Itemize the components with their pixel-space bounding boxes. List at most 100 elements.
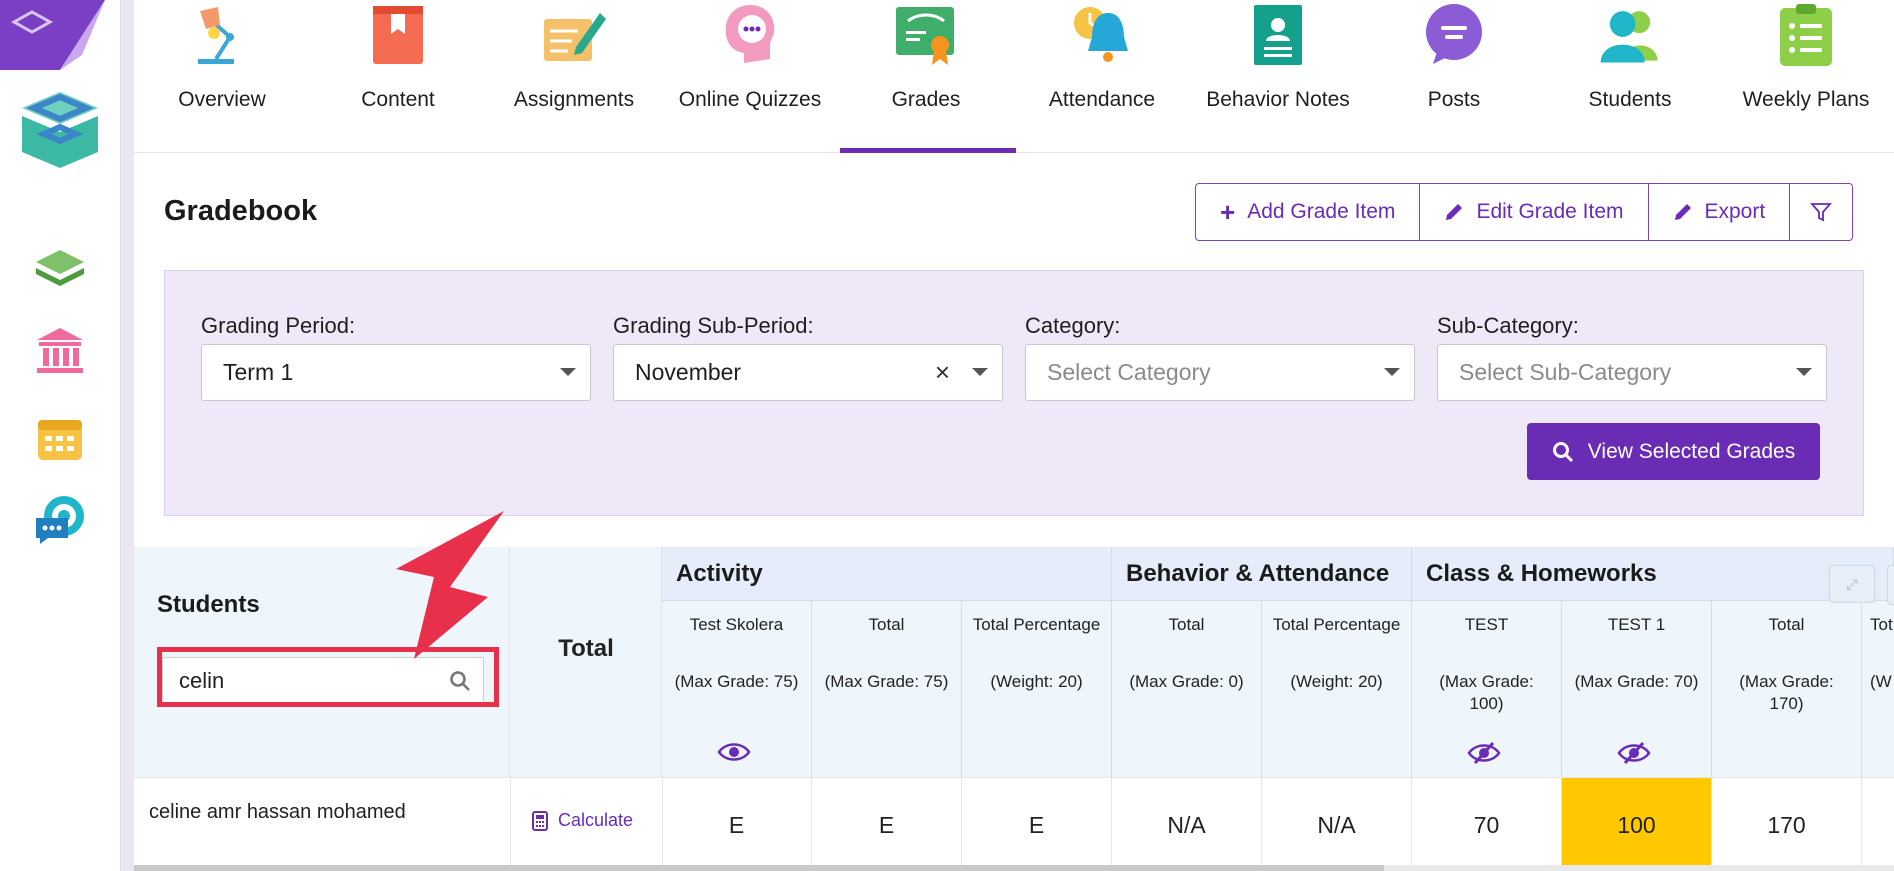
- filter-icon: [1810, 203, 1833, 222]
- sidebar-divider: [120, 0, 134, 871]
- column-name: Total: [1168, 615, 1205, 634]
- filter-button[interactable]: [1790, 184, 1852, 240]
- certificate-icon: [893, 2, 959, 68]
- column-name: TEST: [1464, 615, 1509, 634]
- column-header: TEST (Max Grade: 100): [1412, 601, 1562, 777]
- select-value: November: [635, 359, 742, 385]
- select-value: Term 1: [223, 359, 294, 385]
- eye-icon[interactable]: [717, 741, 751, 763]
- nav-label: Overview: [178, 88, 266, 111]
- sub-category-select[interactable]: Select Sub-Category: [1437, 344, 1827, 401]
- book-icon: [365, 2, 431, 68]
- grade-cell-highlighted[interactable]: 100: [1562, 778, 1712, 871]
- column-name: Total Percentage: [972, 615, 1101, 634]
- calculate-button[interactable]: Calculate: [532, 810, 633, 831]
- column-divider: [510, 777, 511, 871]
- group-header: Behavior & Attendance: [1112, 547, 1412, 601]
- calculator-icon: [532, 810, 548, 831]
- column-meta: (Weight: 20): [990, 672, 1083, 691]
- grade-cell[interactable]: N/A: [1112, 778, 1262, 871]
- column-header: TEST 1 (Max Grade: 70): [1562, 601, 1712, 777]
- nav-item-attendance[interactable]: Attendance: [1014, 0, 1190, 153]
- plus-icon: +: [1220, 197, 1236, 227]
- column-meta: (Max Grade: 100): [1439, 672, 1534, 713]
- column-meta: (Max Grade: 170): [1739, 672, 1834, 713]
- institution-icon[interactable]: [30, 322, 90, 378]
- horizontal-scrollbar[interactable]: [134, 865, 1894, 871]
- grade-cell[interactable]: E: [662, 778, 812, 871]
- button-label: Edit Grade Item: [1476, 200, 1624, 223]
- column-meta: (Max Grade: 70): [1574, 672, 1699, 691]
- button-label: Export: [1704, 200, 1766, 223]
- grade-columns-header: Activity Behavior & Attendance Class & H…: [662, 547, 1894, 777]
- column-meta: (Max Grade: 0): [1129, 672, 1244, 691]
- chevron-down-icon: [560, 368, 576, 376]
- scrollbar-thumb[interactable]: [134, 865, 1384, 871]
- students-header: Students: [157, 591, 260, 618]
- nav-item-assignments[interactable]: Assignments: [486, 0, 662, 153]
- column-header: Tot (W: [1862, 601, 1894, 777]
- nav-item-students[interactable]: Students: [1542, 0, 1718, 153]
- calendar-icon[interactable]: [30, 410, 90, 466]
- chevron-down-icon: [1384, 368, 1400, 376]
- group-header: Activity: [662, 547, 1112, 601]
- column-name: Total: [1768, 615, 1805, 634]
- users-icon: [1597, 2, 1663, 68]
- column-name: Total Percentage: [1272, 615, 1401, 634]
- category-label: Category:: [1025, 313, 1121, 338]
- eye-slash-icon[interactable]: [1617, 741, 1651, 765]
- grading-sub-period-select[interactable]: November ×: [613, 344, 1003, 401]
- edit-grade-item-button[interactable]: Edit Grade Item: [1420, 184, 1649, 240]
- add-grade-item-button[interactable]: + Add Grade Item: [1196, 184, 1421, 240]
- head-chat-icon: [717, 2, 783, 68]
- select-placeholder: Select Sub-Category: [1459, 359, 1672, 385]
- column-pager: ◀ ▶: [1887, 565, 1894, 605]
- grade-cell[interactable]: E: [962, 778, 1112, 871]
- layers-icon[interactable]: [30, 240, 90, 296]
- grade-cell[interactable]: 170: [1712, 778, 1862, 871]
- nav-item-posts[interactable]: Posts: [1366, 0, 1542, 153]
- clear-icon[interactable]: ×: [935, 357, 950, 388]
- pencil-icon: [1674, 204, 1691, 220]
- chevron-down-icon: [1796, 368, 1812, 376]
- view-selected-grades-button[interactable]: View Selected Grades: [1527, 423, 1820, 480]
- grade-cell[interactable]: 70: [1412, 778, 1562, 871]
- pencil-icon: [1446, 204, 1463, 220]
- column-meta: (Max Grade: 75): [824, 672, 949, 691]
- grade-cell[interactable]: E: [812, 778, 962, 871]
- nav-item-weekly-plans[interactable]: Weekly Plans: [1718, 0, 1894, 153]
- desk-lamp-icon: [189, 2, 255, 68]
- column-header: Test Skolera (Max Grade: 75): [662, 601, 812, 777]
- skolera-logo[interactable]: [14, 82, 106, 174]
- chat-support-icon[interactable]: [30, 492, 90, 548]
- nav-item-overview[interactable]: Overview: [134, 0, 310, 153]
- top-navigation: Overview Content Assignments Online Quiz…: [134, 0, 1894, 153]
- column-header: Total (Max Grade: 170): [1712, 601, 1862, 777]
- grade-cell[interactable]: N/A: [1262, 778, 1412, 871]
- nav-item-grades[interactable]: Grades: [838, 0, 1014, 153]
- button-label: Add Grade Item: [1247, 200, 1396, 223]
- chevron-left-icon[interactable]: ◀: [1888, 566, 1894, 604]
- gradebook-toolbar: + Add Grade Item Edit Grade Item Export: [1195, 183, 1854, 241]
- select-placeholder: Select Category: [1047, 359, 1211, 385]
- nav-item-online-quizzes[interactable]: Online Quizzes: [662, 0, 838, 153]
- export-button[interactable]: Export: [1649, 184, 1791, 240]
- nav-item-content[interactable]: Content: [310, 0, 486, 153]
- column-header: Total Percentage (Weight: 20): [1262, 601, 1412, 777]
- corner-fold-icon: [0, 0, 105, 70]
- nav-label: Online Quizzes: [678, 88, 822, 111]
- student-name[interactable]: celine amr hassan mohamed: [149, 796, 489, 829]
- column-divider: [662, 777, 663, 871]
- nav-label: Content: [361, 88, 435, 111]
- group-header: Class & Homeworks: [1412, 547, 1894, 601]
- category-select[interactable]: Select Category: [1025, 344, 1415, 401]
- button-label: View Selected Grades: [1587, 439, 1796, 463]
- column-header: Total (Max Grade: 75): [812, 601, 962, 777]
- column-meta: (Weight: 20): [1290, 672, 1383, 691]
- eye-slash-icon[interactable]: [1467, 741, 1501, 765]
- table-row: celine amr hassan mohamed Calculate E E …: [134, 777, 1894, 871]
- nav-item-behavior-notes[interactable]: Behavior Notes: [1190, 0, 1366, 153]
- grading-sub-period-label: Grading Sub-Period:: [613, 313, 814, 338]
- grading-period-select[interactable]: Term 1: [201, 344, 591, 401]
- expand-icon[interactable]: ⤢: [1829, 565, 1875, 603]
